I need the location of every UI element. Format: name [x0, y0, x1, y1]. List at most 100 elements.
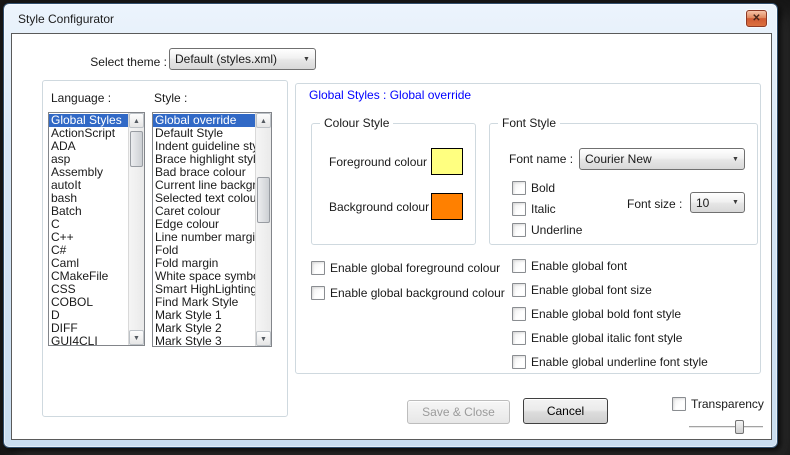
list-item[interactable]: ActionScript	[49, 127, 128, 140]
close-button[interactable]: ✕	[746, 10, 767, 27]
list-item[interactable]: Default Style	[153, 127, 255, 140]
checkbox[interactable]	[512, 202, 526, 216]
transparency-checkbox-row[interactable]: Transparency	[672, 397, 764, 411]
background-swatch[interactable]	[431, 193, 463, 220]
list-item[interactable]: Find Mark Style	[153, 296, 255, 309]
style-configurator-dialog: Style Configurator ✕ Select theme : Defa…	[3, 3, 778, 448]
list-item[interactable]: autoIt	[49, 179, 128, 192]
slider-thumb[interactable]	[735, 420, 744, 434]
chevron-down-icon: ▼	[298, 56, 315, 63]
list-item[interactable]: Global override	[153, 114, 255, 127]
list-item[interactable]: Fold margin	[153, 257, 255, 270]
font-name-select[interactable]: Courier New ▼	[579, 148, 745, 170]
font-size-label: Font size :	[627, 197, 682, 211]
chevron-down-icon: ▼	[727, 199, 744, 206]
list-item[interactable]: Mark Style 1	[153, 309, 255, 322]
scrollbar-thumb[interactable]	[257, 177, 270, 223]
checkbox-row[interactable]: Enable global italic font style	[512, 331, 708, 345]
checkbox[interactable]	[311, 286, 325, 300]
list-item[interactable]: Batch	[49, 205, 128, 218]
list-item[interactable]: Mark Style 3	[153, 335, 255, 347]
font-style-checkboxes: Bold Italic Underline	[512, 181, 582, 244]
checkbox[interactable]	[512, 283, 526, 297]
background-colour-label: Background colour	[329, 200, 429, 214]
transparency-checkbox[interactable]	[672, 397, 686, 411]
checkbox-label: Enable global foreground colour	[330, 261, 500, 275]
theme-select[interactable]: Default (styles.xml) ▼	[169, 48, 316, 70]
cancel-button[interactable]: Cancel	[523, 398, 608, 424]
list-item[interactable]: Smart HighLighting	[153, 283, 255, 296]
colour-style-group: Colour Style	[311, 123, 476, 245]
language-scrollbar[interactable]: ▲ ▼	[128, 113, 144, 345]
language-listbox[interactable]: Global StylesActionScriptADAaspAssemblya…	[48, 112, 145, 346]
dialog-client-area: Select theme : Default (styles.xml) ▼ La…	[11, 33, 772, 440]
foreground-colour-label: Foreground colour	[329, 155, 427, 169]
theme-selected-value: Default (styles.xml)	[170, 52, 298, 66]
checkbox-row[interactable]: Underline	[512, 223, 582, 237]
checkbox-row[interactable]: Enable global font size	[512, 283, 708, 297]
list-item[interactable]: asp	[49, 153, 128, 166]
list-item[interactable]: Mark Style 2	[153, 322, 255, 335]
list-item[interactable]: bash	[49, 192, 128, 205]
checkbox-row[interactable]: Enable global underline font style	[512, 355, 708, 369]
checkbox-row[interactable]: Enable global foreground colour	[311, 261, 505, 275]
list-item[interactable]: CSS	[49, 283, 128, 296]
list-item[interactable]: GUI4CLI	[49, 335, 128, 346]
transparency-label: Transparency	[691, 397, 764, 411]
checkbox[interactable]	[512, 223, 526, 237]
list-item[interactable]: COBOL	[49, 296, 128, 309]
checkbox-row[interactable]: Bold	[512, 181, 582, 195]
list-item[interactable]: Current line background colour	[153, 179, 255, 192]
foreground-swatch[interactable]	[431, 148, 463, 175]
list-item[interactable]: CMakeFile	[49, 270, 128, 283]
list-item[interactable]: DIFF	[49, 322, 128, 335]
list-item[interactable]: C	[49, 218, 128, 231]
checkbox[interactable]	[512, 307, 526, 321]
checkbox-row[interactable]: Enable global background colour	[311, 286, 505, 300]
list-item[interactable]: Caml	[49, 257, 128, 270]
list-item[interactable]: C#	[49, 244, 128, 257]
list-item[interactable]: Line number margin	[153, 231, 255, 244]
detail-header: Global Styles : Global override	[309, 88, 471, 102]
scroll-down-icon[interactable]: ▼	[256, 331, 271, 346]
scroll-up-icon[interactable]: ▲	[129, 113, 144, 128]
list-item[interactable]: Fold	[153, 244, 255, 257]
checkbox-row[interactable]: Enable global font	[512, 259, 708, 273]
list-item[interactable]: Selected text colour	[153, 192, 255, 205]
enable-font-checkboxes: Enable global font Enable global font siz…	[512, 259, 708, 379]
theme-label: Select theme :	[32, 55, 167, 69]
list-item[interactable]: Global Styles	[49, 114, 128, 127]
scrollbar-thumb[interactable]	[130, 131, 143, 167]
list-item[interactable]: Edge colour	[153, 218, 255, 231]
save-and-close-button[interactable]: Save & Close	[407, 400, 510, 424]
checkbox-label: Italic	[531, 202, 556, 216]
style-listbox[interactable]: Global overrideDefault StyleIndent guide…	[152, 112, 272, 347]
scroll-up-icon[interactable]: ▲	[256, 113, 271, 128]
list-item[interactable]: C++	[49, 231, 128, 244]
checkbox[interactable]	[512, 259, 526, 273]
font-size-select[interactable]: 10 ▼	[690, 192, 745, 213]
list-item[interactable]: Indent guideline style	[153, 140, 255, 153]
checkbox[interactable]	[512, 181, 526, 195]
checkbox[interactable]	[311, 261, 325, 275]
list-item[interactable]: Assembly	[49, 166, 128, 179]
list-item[interactable]: ADA	[49, 140, 128, 153]
transparency-slider[interactable]	[689, 426, 763, 428]
style-label: Style :	[154, 91, 187, 105]
list-item[interactable]: D	[49, 309, 128, 322]
list-item[interactable]: White space symbole	[153, 270, 255, 283]
checkbox[interactable]	[512, 331, 526, 345]
style-scrollbar[interactable]: ▲ ▼	[255, 113, 271, 346]
checkbox-row[interactable]: Enable global bold font style	[512, 307, 708, 321]
checkbox-label: Bold	[531, 181, 555, 195]
checkbox-label: Enable global underline font style	[531, 355, 708, 369]
window-title: Style Configurator	[18, 12, 114, 26]
scroll-down-icon[interactable]: ▼	[129, 330, 144, 345]
checkbox-label: Underline	[531, 223, 582, 237]
list-item[interactable]: Brace highlight style	[153, 153, 255, 166]
list-item[interactable]: Bad brace colour	[153, 166, 255, 179]
title-bar[interactable]: Style Configurator ✕	[4, 4, 777, 32]
checkbox[interactable]	[512, 355, 526, 369]
checkbox-row[interactable]: Italic	[512, 202, 582, 216]
list-item[interactable]: Caret colour	[153, 205, 255, 218]
